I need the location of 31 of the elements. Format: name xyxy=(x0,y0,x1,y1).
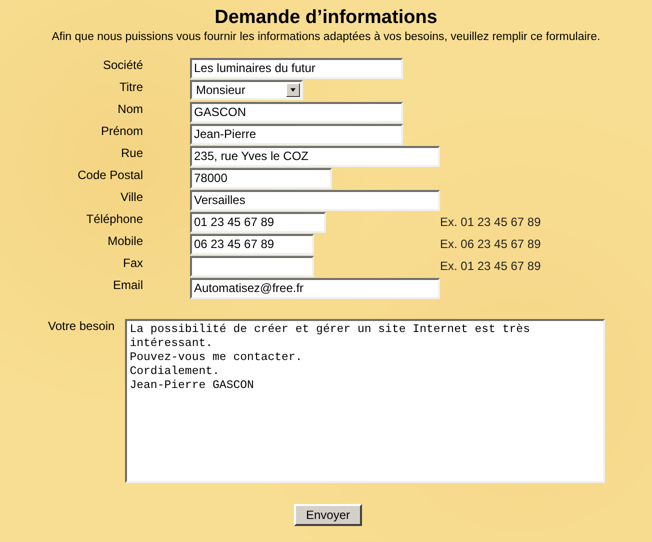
field-label: Titre xyxy=(119,79,143,95)
input-field[interactable]: GASCON xyxy=(190,102,403,122)
input-field[interactable]: Versailles xyxy=(190,190,440,210)
field-label: Votre besoin xyxy=(48,319,115,335)
field-label: Fax xyxy=(122,255,143,271)
field-label: Email xyxy=(112,277,143,293)
format-hint: Ex. 06 23 45 67 89 xyxy=(440,237,542,251)
intro-text: Afin que nous puissions vous fournir les informations adaptées à vos besoins, veuillez remplir ce formulaire. xyxy=(50,30,602,44)
field-label: Mobile xyxy=(108,233,143,249)
input-field[interactable]: 78000 xyxy=(190,168,332,188)
title-dropdown[interactable]: Monsieur xyxy=(190,80,303,100)
page-title: Demande d’informations xyxy=(214,6,438,30)
submit-button[interactable]: Envoyer xyxy=(294,504,362,526)
format-hint: Ex. 01 23 45 67 89 xyxy=(440,215,542,229)
message-field[interactable]: La possibilité de créer et gérer un site Internet est très intéressant. Pouvez-vous me contacter. Cordialement. Jean-Pierre GASCON xyxy=(124,319,605,483)
input-field[interactable]: 01 23 45 67 89 xyxy=(190,212,326,232)
format-hint: Ex. 01 23 45 67 89 xyxy=(440,259,542,273)
input-field[interactable]: Les luminaires du futur xyxy=(190,58,403,78)
input-field[interactable] xyxy=(190,256,314,276)
caret-icon xyxy=(286,83,300,97)
field-label: Société xyxy=(102,57,143,73)
field-label: Nom xyxy=(118,101,143,117)
field-label: Téléphone xyxy=(86,211,143,227)
input-field[interactable]: Automatisez@free.fr xyxy=(190,278,440,298)
input-field[interactable]: 235, rue Yves le COZ xyxy=(190,146,440,166)
field-label: Ville xyxy=(120,189,143,205)
input-field[interactable]: 06 23 45 67 89 xyxy=(190,234,314,254)
field-label: Prénom xyxy=(100,123,143,139)
input-field[interactable]: Jean-Pierre xyxy=(190,124,403,144)
field-label: Code Postal xyxy=(78,167,143,183)
field-label: Rue xyxy=(120,145,143,161)
